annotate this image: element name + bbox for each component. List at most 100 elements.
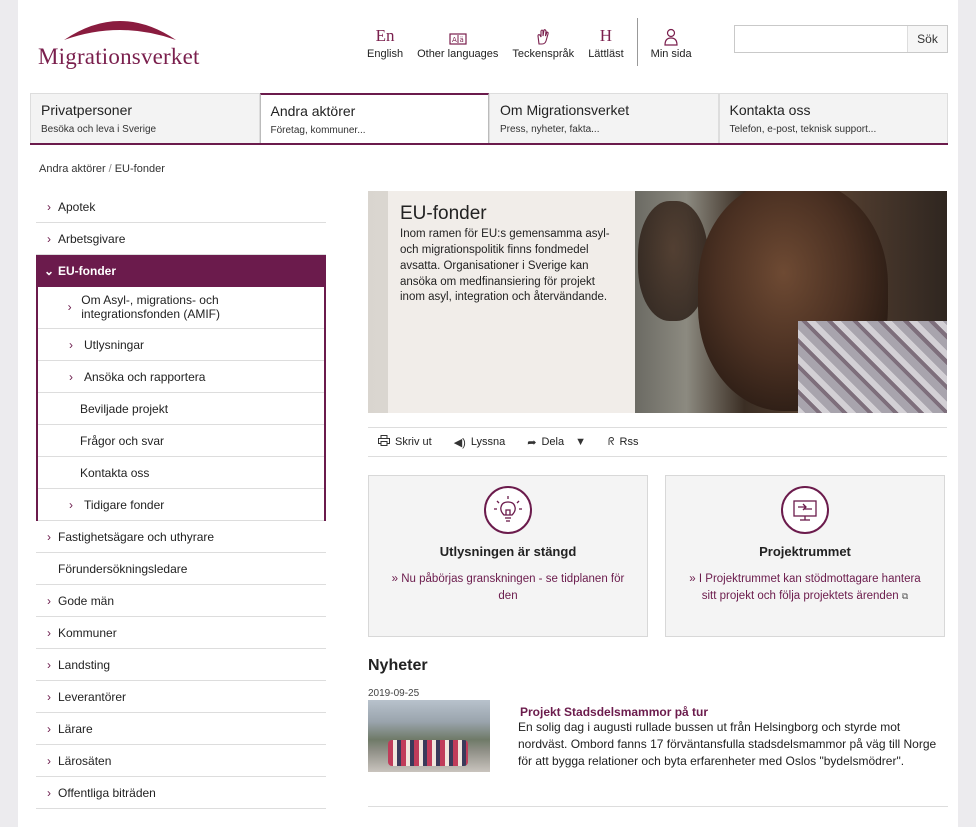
english-label: English: [367, 48, 404, 60]
chevron-right-icon: ›: [69, 337, 73, 352]
sidebar-item-utlysningar[interactable]: › Utlysningar: [38, 329, 324, 361]
tab-title: Andra aktörer: [270, 103, 356, 119]
main-navigation: Privatpersoner Besöka och leva i Sverige…: [30, 93, 948, 145]
sidebar-item-label: Förundersökningsledare: [58, 561, 188, 576]
tab-om-migrationsverket[interactable]: Om Migrationsverket Press, nyheter, fakt…: [489, 93, 719, 143]
news-text: En solig dag i augusti rullade bussen ut…: [368, 719, 948, 773]
sidebar-item-forundersokningsledare[interactable]: Förundersökningsledare: [36, 553, 326, 585]
listen-label: Lyssna: [470, 436, 506, 448]
english-link[interactable]: En English: [360, 26, 410, 66]
caret-down-icon: ▼: [575, 436, 586, 448]
listen-button[interactable]: ◀) Lyssna: [454, 436, 506, 449]
tab-andra-aktorer[interactable]: Andra aktörer Företag, kommuner...: [259, 93, 489, 143]
card-title: Projektrummet: [759, 544, 851, 559]
easy-read-label: Lättläst: [588, 48, 624, 60]
print-label: Skriv ut: [395, 436, 432, 448]
sidebar-item-beviljade-projekt[interactable]: Beviljade projekt: [38, 393, 324, 425]
sidebar-item-label: EU-fonder: [58, 264, 116, 278]
sidebar-item-amif[interactable]: › Om Asyl-, migrations- och integrationsf…: [38, 287, 324, 329]
svg-text:A: A: [452, 36, 457, 44]
news-title-link[interactable]: Projekt Stadsdelsmammor på tur: [520, 705, 708, 719]
page-title: EU-fonder: [400, 203, 487, 224]
sidebar-item-tidigare-fonder[interactable]: › Tidigare fonder: [38, 489, 324, 521]
page-margin-left: [0, 0, 18, 827]
rss-link[interactable]: ᖇ Rss: [608, 436, 638, 449]
easy-read-icon: H: [599, 26, 613, 45]
hero-photo-shirt: [798, 321, 947, 413]
lightbulb-icon: [484, 486, 532, 534]
other-languages-link[interactable]: Aä Other languages: [410, 26, 505, 66]
sidebar-item-label: Tidigare fonder: [84, 497, 165, 512]
external-link-icon: ⧉: [901, 590, 909, 601]
card-link[interactable]: » Nu påbörjas granskningen - se tidplane…: [389, 571, 627, 604]
breadcrumb-current: EU-fonder: [114, 163, 165, 175]
chevron-right-icon: ›: [47, 199, 51, 214]
sidebar-item-label: Gode män: [58, 593, 115, 608]
my-page-label: Min sida: [650, 48, 692, 60]
breadcrumb: Andra aktörer / EU-fonder: [39, 163, 165, 175]
tab-privatpersoner[interactable]: Privatpersoner Besöka och leva i Sverige: [30, 93, 260, 143]
svg-text:ä: ä: [459, 36, 463, 44]
speaker-icon: ◀): [453, 436, 466, 449]
search-box: Sök: [734, 25, 948, 53]
hero-banner: EU-fonder Inom ramen för EU:s gemensamma…: [368, 191, 947, 413]
sidebar-item-label: Fastighetsägare och uthyrare: [58, 529, 215, 544]
sign-language-label: Teckenspråk: [512, 48, 575, 60]
sidebar-item-ansoka[interactable]: › Ansöka och rapportera: [38, 361, 324, 393]
sidebar-item-larosaten[interactable]: › Lärosäten: [36, 745, 326, 777]
sign-language-link[interactable]: Teckenspråk: [505, 26, 581, 66]
sidebar-item-apotek[interactable]: › Apotek: [36, 191, 326, 223]
sidebar-item-label: Om Asyl-, migrations- och integrationsfo…: [81, 292, 220, 321]
news-date: 2019-09-25: [368, 688, 420, 699]
share-button[interactable]: ➦ Dela ▼: [527, 436, 586, 449]
tab-subtitle: Telefon, e-post, teknisk support...: [729, 124, 877, 135]
chevron-right-icon: ›: [47, 529, 51, 544]
sidebar-item-label: Lärare: [58, 721, 93, 736]
rss-label: Rss: [619, 436, 639, 448]
sidebar-item-fastighetsagare[interactable]: › Fastighetsägare och uthyrare: [36, 521, 326, 553]
header-divider: [636, 18, 638, 66]
sidebar-item-larare[interactable]: › Lärare: [36, 713, 326, 745]
share-arrow-icon: ➦: [527, 436, 537, 449]
screen-icon: [781, 486, 829, 534]
info-card: Projektrummet » I Projektrummet kan stöd…: [665, 475, 945, 637]
sidebar-item-fragor-och-svar[interactable]: Frågor och svar: [38, 425, 324, 457]
print-button[interactable]: Skriv ut: [378, 435, 432, 449]
sidebar-item-label: Leverantörer: [58, 689, 127, 704]
page-margin-right: [958, 0, 976, 827]
chevron-right-icon: ›: [47, 625, 51, 640]
search-input[interactable]: [735, 26, 907, 52]
sidebar-item-landsting[interactable]: › Landsting: [36, 649, 326, 681]
breadcrumb-parent-link[interactable]: Andra aktörer: [39, 163, 106, 175]
card-link[interactable]: » I Projektrummet kan stödmottagare hant…: [686, 571, 924, 604]
sidebar-item-arbetsgivare[interactable]: › Arbetsgivare: [36, 223, 326, 255]
news-body: En solig dag i augusti rullade bussen ut…: [518, 720, 937, 769]
tab-subtitle: Företag, kommuner...: [270, 125, 366, 136]
sidebar-item-label: Offentliga biträden: [58, 785, 156, 800]
languages-icon: Aä: [449, 26, 467, 46]
hero-textbox: EU-fonder Inom ramen för EU:s gemensamma…: [388, 191, 635, 413]
search-button[interactable]: Sök: [907, 26, 947, 52]
sidebar-item-kontakta-oss[interactable]: Kontakta oss: [38, 457, 324, 489]
chevron-right-icon: ›: [47, 721, 51, 736]
printer-icon: [378, 435, 390, 449]
tab-subtitle: Besöka och leva i Sverige: [41, 124, 157, 135]
tab-kontakta-oss[interactable]: Kontakta oss Telefon, e-post, teknisk su…: [718, 93, 948, 143]
sidebar-item-gode-man[interactable]: › Gode män: [36, 585, 326, 617]
sidebar-item-offentliga-bitraden[interactable]: › Offentliga biträden: [36, 777, 326, 809]
sidebar-item-kommuner[interactable]: › Kommuner: [36, 617, 326, 649]
other-languages-label: Other languages: [417, 48, 499, 60]
logo-text: Migrationsverket: [38, 44, 200, 69]
sidebar-item-eu-fonder[interactable]: ⌄ EU-fonder: [36, 255, 326, 287]
card-link-text: » I Projektrummet kan stödmottagare hant…: [689, 573, 921, 602]
card-title: Utlysningen är stängd: [439, 544, 577, 559]
english-icon: En: [375, 26, 395, 45]
sidebar-item-leverantorer[interactable]: › Leverantörer: [36, 681, 326, 713]
site-logo[interactable]: Migrationsverket: [38, 14, 200, 74]
easy-read-link[interactable]: H Lättläst: [581, 26, 630, 66]
chevron-right-icon: ›: [47, 753, 51, 768]
sidebar-item-label: Landsting: [58, 657, 111, 672]
tab-title: Kontakta oss: [729, 102, 811, 118]
my-page-link[interactable]: Min sida: [644, 26, 699, 66]
news-divider: [368, 806, 948, 807]
